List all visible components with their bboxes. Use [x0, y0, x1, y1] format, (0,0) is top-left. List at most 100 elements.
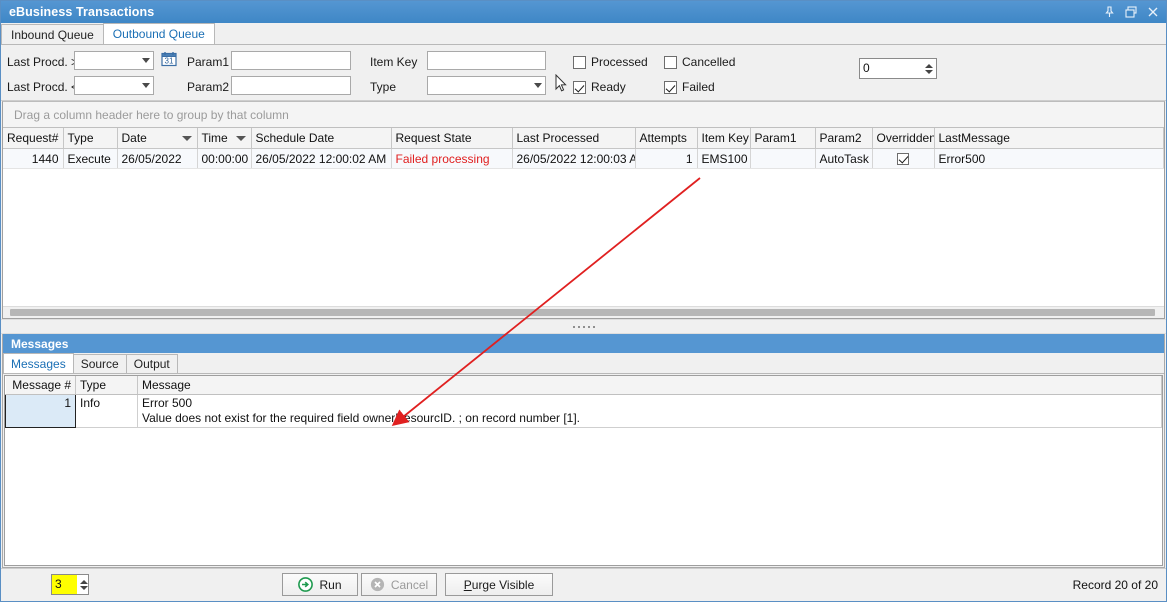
- cell-message-no: 1: [5, 394, 76, 428]
- panel-splitter[interactable]: [1, 319, 1166, 334]
- last-procd-lt-combo[interactable]: [74, 76, 154, 95]
- col-schedule-date[interactable]: Schedule Date: [251, 128, 392, 149]
- param1-input[interactable]: [231, 51, 351, 70]
- queue-tabstrip: Inbound Queue Outbound Queue: [1, 23, 1166, 45]
- count-spinner-buttons[interactable]: [922, 59, 936, 78]
- pin-icon[interactable]: [1098, 2, 1120, 22]
- checkbox-processed[interactable]: Processed: [573, 55, 648, 69]
- bottom-toolbar: 3 Run Cancel Purge Visible Record 20 of …: [1, 568, 1166, 601]
- spinner-up-icon[interactable]: [80, 579, 88, 584]
- cell-type: Execute: [63, 148, 118, 169]
- chevron-down-icon: [534, 83, 542, 88]
- run-button[interactable]: Run: [282, 573, 358, 596]
- messages-empty-area: [5, 428, 1162, 565]
- sort-desc-icon: [235, 136, 246, 141]
- item-key-input[interactable]: [427, 51, 546, 70]
- type-combo[interactable]: [427, 76, 546, 95]
- last-procd-gt-combo[interactable]: [74, 51, 154, 70]
- col-overridden[interactable]: Overridden: [872, 128, 935, 149]
- col-message-type[interactable]: Type: [75, 376, 138, 395]
- cancel-icon: [370, 577, 384, 592]
- count-spinner-value[interactable]: 0: [860, 59, 922, 78]
- param1-label: Param1: [187, 55, 230, 69]
- batch-size-spinner[interactable]: 3: [51, 574, 89, 595]
- grid-horizontal-scrollbar[interactable]: [3, 306, 1164, 318]
- messages-tabstrip: Messages Source Output: [3, 353, 1164, 374]
- param2-input[interactable]: [231, 76, 351, 95]
- checkbox-ready[interactable]: Ready: [573, 80, 626, 94]
- messages-table: Message # Type Message 1 Info Error 500 …: [5, 376, 1162, 428]
- cell-overridden: [872, 148, 935, 169]
- spinner-down-icon[interactable]: [80, 585, 88, 590]
- checkbox-label: Cancelled: [682, 55, 736, 69]
- col-param2[interactable]: Param2: [815, 128, 873, 149]
- filter-panel: Last Procd. > 31 Param1 Item Key Last Pr…: [1, 45, 1166, 101]
- message-line-1: Error 500: [142, 396, 193, 410]
- batch-spinner-buttons[interactable]: [77, 575, 91, 594]
- tab-messages[interactable]: Messages: [3, 353, 74, 373]
- messages-header-row: Message # Type Message: [5, 376, 1162, 395]
- restore-icon[interactable]: [1120, 2, 1142, 22]
- tab-output[interactable]: Output: [125, 354, 178, 373]
- cell-attempts: 1: [635, 148, 698, 169]
- scrollbar-thumb[interactable]: [10, 309, 1156, 316]
- transactions-table: Request# Type Date Time Schedule Date Re…: [3, 128, 1164, 169]
- spinner-down-icon[interactable]: [925, 69, 933, 74]
- col-date[interactable]: Date: [117, 128, 198, 149]
- splitter-dot: [572, 325, 575, 328]
- last-procd-lt-label: Last Procd. <: [7, 80, 79, 94]
- param2-label: Param2: [187, 80, 230, 94]
- table-row[interactable]: 1 Info Error 500 Value does not exist fo…: [5, 394, 1162, 428]
- table-row[interactable]: 1440 Execute 26/05/2022 00:00:00 26/05/2…: [3, 148, 1164, 169]
- run-icon: [298, 577, 314, 592]
- count-spinner[interactable]: 0: [859, 58, 937, 79]
- calendar-icon[interactable]: 31: [161, 51, 177, 67]
- cell-item-key: EMS100: [697, 148, 751, 169]
- window-title: eBusiness Transactions: [9, 5, 155, 19]
- mouse-cursor-icon: [555, 73, 567, 93]
- batch-size-value[interactable]: 3: [52, 575, 77, 594]
- messages-panel: Messages Messages Source Output Message …: [2, 334, 1165, 568]
- cell-last-message: Error500: [934, 148, 1164, 169]
- col-time[interactable]: Time: [197, 128, 252, 149]
- table-header-row: Request# Type Date Time Schedule Date Re…: [3, 128, 1164, 149]
- col-item-key[interactable]: Item Key: [697, 128, 751, 149]
- checkbox-failed[interactable]: Failed: [664, 80, 715, 94]
- checkbox-box: [664, 55, 677, 69]
- tab-source[interactable]: Source: [72, 354, 127, 373]
- group-by-dropzone[interactable]: Drag a column header here to group by th…: [3, 102, 1164, 128]
- col-request-state[interactable]: Request State: [391, 128, 513, 149]
- splitter-dot: [592, 325, 595, 328]
- ebusiness-transactions-window: eBusiness Transactions Inbound Queue Out…: [0, 0, 1167, 602]
- messages-panel-header: Messages: [3, 334, 1164, 353]
- cell-request-no: 1440: [3, 148, 64, 169]
- svg-text:31: 31: [165, 57, 174, 66]
- col-type[interactable]: Type: [63, 128, 118, 149]
- col-attempts[interactable]: Attempts: [635, 128, 698, 149]
- chevron-down-icon: [142, 58, 150, 63]
- col-message-no[interactable]: Message #: [5, 376, 76, 395]
- col-last-message[interactable]: LastMessage: [934, 128, 1164, 149]
- cell-schedule-date: 26/05/2022 12:00:02 AM: [251, 148, 392, 169]
- col-message-text[interactable]: Message: [137, 376, 1162, 395]
- run-button-label: Run: [319, 577, 342, 592]
- spinner-up-icon[interactable]: [925, 63, 933, 68]
- tab-inbound-queue[interactable]: Inbound Queue: [1, 24, 104, 44]
- tab-outbound-queue[interactable]: Outbound Queue: [102, 23, 215, 44]
- cancel-button[interactable]: Cancel: [361, 573, 437, 596]
- splitter-dot: [577, 325, 580, 328]
- cell-last-processed: 26/05/2022 12:00:03 AM: [512, 148, 636, 169]
- window-titlebar: eBusiness Transactions: [1, 1, 1166, 23]
- col-param1[interactable]: Param1: [750, 128, 816, 149]
- purge-visible-button[interactable]: Purge Visible: [445, 573, 553, 596]
- splitter-dot: [587, 325, 590, 328]
- cell-message-type: Info: [75, 394, 138, 428]
- col-request-no[interactable]: Request#: [3, 128, 64, 149]
- col-last-processed[interactable]: Last Processed: [512, 128, 636, 149]
- sort-desc-icon: [181, 136, 192, 141]
- overridden-check-icon: [897, 153, 909, 166]
- close-icon[interactable]: [1142, 2, 1164, 22]
- checkbox-box: [573, 55, 586, 69]
- checkbox-cancelled[interactable]: Cancelled: [664, 55, 735, 69]
- cell-date: 26/05/2022: [117, 148, 198, 169]
